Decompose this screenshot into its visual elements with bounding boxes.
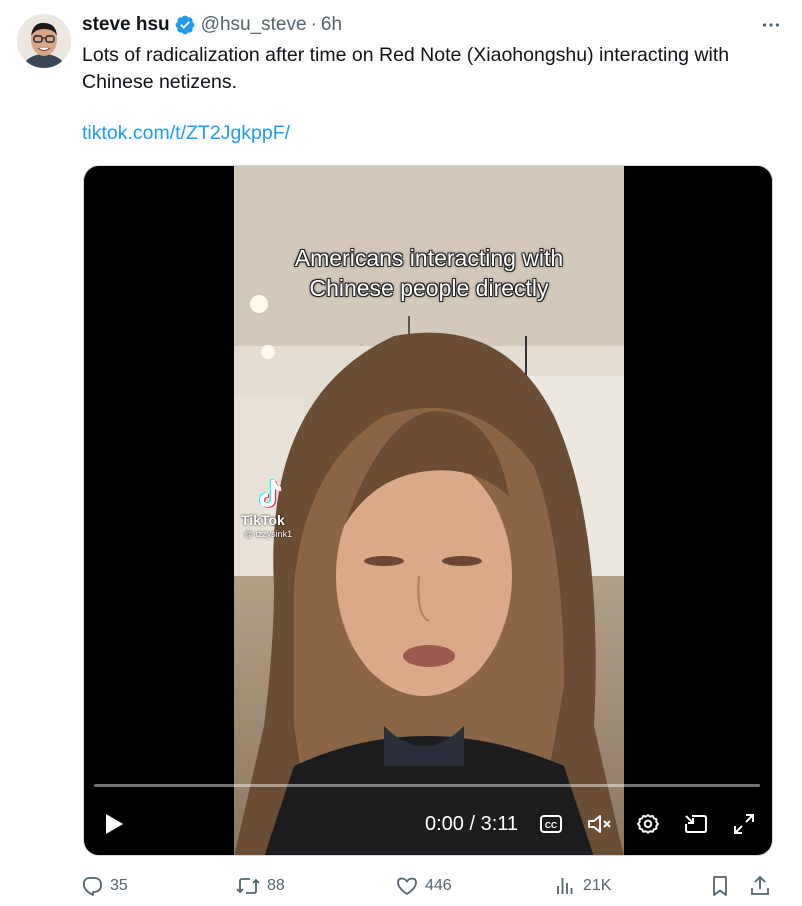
mute-icon[interactable] <box>584 804 616 844</box>
reply-icon <box>82 877 102 896</box>
author-handle[interactable]: @hsu_steve <box>201 14 307 36</box>
more-options-icon[interactable] <box>760 12 782 38</box>
video-caption-line-2: Chinese people directly <box>309 275 549 301</box>
timestamp[interactable]: 6h <box>321 14 342 36</box>
captions-icon[interactable]: CC <box>536 804 566 844</box>
video-time: 0:00 / 3:11 <box>425 812 519 835</box>
tiktok-brand-label: TikTok <box>241 512 285 528</box>
video-player[interactable]: Americans interacting with Chinese peopl… <box>83 165 773 856</box>
like-count: 446 <box>425 877 452 894</box>
video-progress-bar[interactable] <box>94 784 760 787</box>
verified-badge-icon[interactable] <box>174 14 196 36</box>
picture-in-picture-icon[interactable] <box>680 804 712 844</box>
views-button[interactable]: 21K <box>553 872 611 900</box>
reply-button[interactable]: 35 <box>80 872 128 900</box>
bookmark-icon <box>713 876 727 896</box>
avatar[interactable] <box>17 14 71 68</box>
author-display-name[interactable]: steve hsu <box>82 14 170 36</box>
like-button[interactable]: 446 <box>395 872 452 900</box>
views-chart-icon <box>557 878 573 894</box>
separator-dot: · <box>310 14 317 35</box>
tiktok-username: @ izzysink1 <box>244 529 293 539</box>
view-count: 21K <box>583 877 612 894</box>
bookmark-button[interactable] <box>708 872 738 900</box>
share-icon <box>751 875 769 895</box>
repost-count: 88 <box>267 877 285 894</box>
settings-gear-icon[interactable] <box>632 804 664 844</box>
tweet-header: steve hsu @hsu_steve · 6h <box>82 12 782 38</box>
share-button[interactable] <box>748 872 778 900</box>
svg-text:CC: CC <box>545 820 557 830</box>
tweet-actions: 35 88 446 21K <box>80 872 782 900</box>
video-caption-line-1: Americans interacting with <box>294 245 564 271</box>
repost-button[interactable]: 88 <box>235 872 285 900</box>
video-frame: Americans interacting with Chinese peopl… <box>234 166 624 855</box>
heart-icon <box>397 877 417 895</box>
repost-icon <box>236 878 260 894</box>
video-caption: Americans interacting with Chinese peopl… <box>234 243 624 303</box>
fullscreen-icon[interactable] <box>728 804 760 844</box>
tweet-text: Lots of radicalization after time on Red… <box>82 44 730 93</box>
tweet-link[interactable]: tiktok.com/t/ZT2JgkppF/ <box>82 120 290 147</box>
reply-count: 35 <box>110 877 128 894</box>
video-controls: 0:00 / 3:11 CC <box>84 804 772 844</box>
play-icon[interactable] <box>98 804 130 844</box>
